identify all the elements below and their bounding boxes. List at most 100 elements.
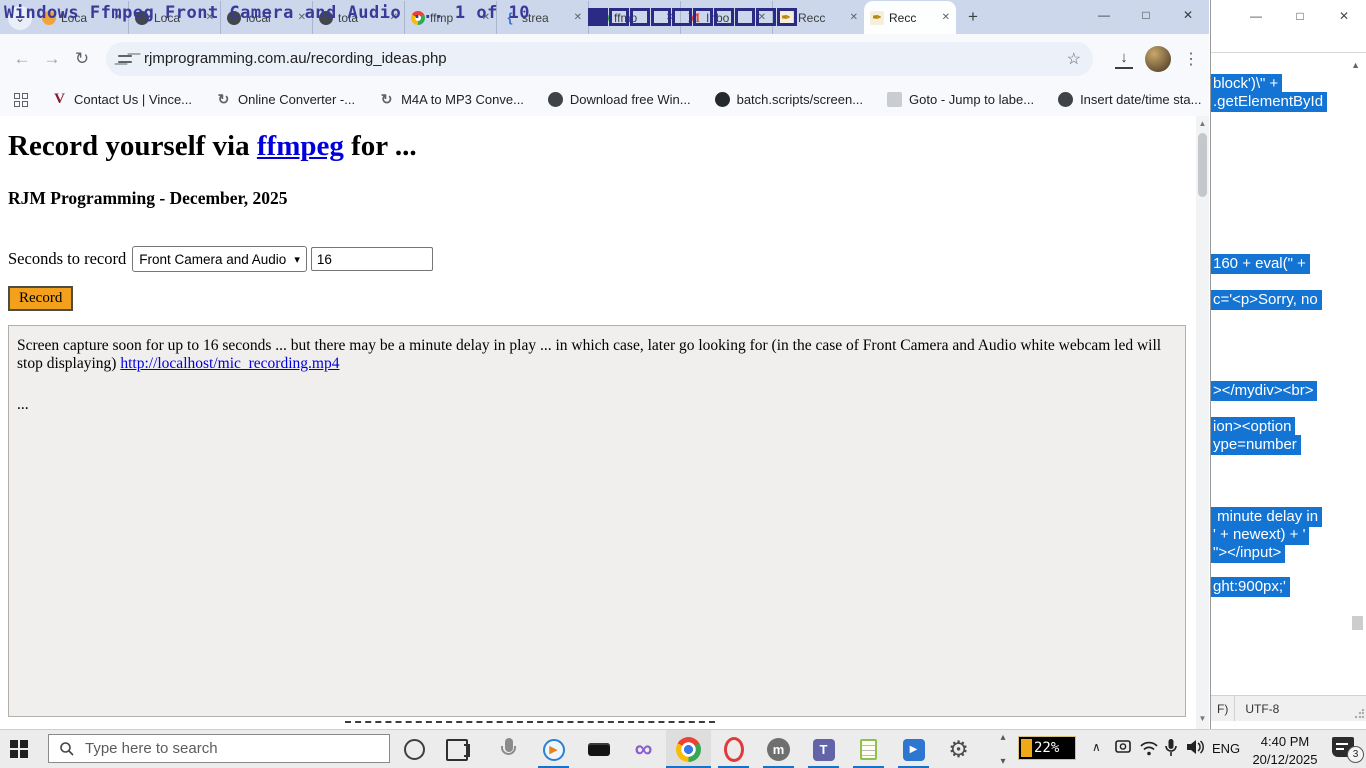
task-view-button[interactable] [446,739,468,761]
selected-code-line: ' + newext) + ' [1211,525,1309,545]
battery-widget[interactable]: 22% [1018,736,1076,760]
bookmark-item-5[interactable]: batch.scripts/screen... [715,92,863,107]
title-prefix: Record yourself via [8,130,257,162]
cortana-button[interactable] [404,739,425,760]
resize-grip[interactable] [1354,709,1364,719]
capture-selection-dashes [345,721,715,723]
reload-icon: ↻ [75,49,89,69]
maximize-button[interactable]: □ [1125,0,1167,30]
seconds-input[interactable]: 16 [311,247,433,271]
page-title: Record yourself via ffmpeg for ... [8,130,417,163]
title-suffix: for ... [344,130,417,162]
taskbar-app-settings[interactable] [936,730,981,768]
address-bar[interactable]: rjmprogramming.com.au/recording_ideas.ph… [106,42,1093,76]
tray-expand-button[interactable]: ∧ [1092,740,1101,754]
taskbar-app-notepad[interactable] [846,730,891,768]
bookmark-item-3[interactable]: ↻ M4A to MP3 Conve... [379,92,524,107]
wifi-icon[interactable] [1139,740,1159,756]
taskbar-app-teams[interactable] [801,730,846,768]
progress-square-8 [735,8,755,26]
bookmark-item-6[interactable]: Goto - Jump to labe... [887,92,1034,107]
page-scrollbar[interactable]: ▲ ▼ [1196,116,1209,729]
start-button[interactable] [10,740,28,758]
github-icon [715,92,730,107]
quill-favicon-icon: ✒ [870,11,884,25]
scroll-up-icon[interactable]: ▲ [1196,119,1209,128]
record-button[interactable]: Record [8,286,73,311]
editor-minimize-button[interactable]: — [1234,1,1278,31]
taskbar-app-black-box[interactable] [576,730,621,768]
mattermost-icon [766,737,792,763]
bookmark-star-button[interactable]: ☆ [1067,49,1081,69]
taskbar-app-voice-recorder[interactable] [486,730,531,768]
downloads-button[interactable]: ↓ [1115,49,1133,69]
tab-close-icon[interactable]: ✕ [942,12,950,23]
close-button[interactable]: ✕ [1167,0,1209,30]
tab-close-icon[interactable]: ✕ [574,12,582,23]
url-text[interactable]: rjmprogramming.com.au/recording_ideas.ph… [144,50,447,67]
close-icon: ✕ [1339,9,1349,23]
bookmark-item-2[interactable]: ↻Online Converter -... [216,92,355,107]
meet-now-icon[interactable] [1114,738,1134,756]
microphone-icon[interactable] [1164,738,1178,758]
minimize-button[interactable]: — [1083,0,1125,30]
editor-close-button[interactable]: ✕ [1322,1,1366,31]
taskbar-clock[interactable]: 4:40 PM 20/12/2025 [1243,733,1327,768]
maximize-icon: □ [1142,8,1149,22]
taskbar-app-chrome[interactable] [666,730,711,768]
black-box-icon [586,737,612,763]
apps-grid-icon[interactable] [14,93,28,107]
progress-square-2 [609,8,629,26]
recording-link[interactable]: http://localhost/mic_recording.mp4 [120,355,339,372]
site-settings-icon[interactable] [118,52,134,66]
plus-icon: + [968,7,978,27]
reload-button[interactable]: ↻ [68,45,96,73]
new-tab-button[interactable]: + [960,4,986,30]
forward-button[interactable]: → [38,45,66,73]
source-select[interactable]: Front Camera and Audio ▾ [132,246,307,272]
bookmark-item-1[interactable]: VContact Us | Vince... [52,92,192,107]
taskbar-search[interactable]: Type here to search [48,734,390,763]
kebab-icon: ⋮ [1183,51,1199,68]
capture-progress-bar [588,8,797,26]
settings-icon [946,737,972,763]
speaker-icon[interactable] [1185,738,1207,756]
sync-icon: ↻ [216,92,231,107]
back-icon: ← [14,49,31,69]
mini-scroll-arrows[interactable]: ▴ ▾ [996,732,1010,767]
tab-close-icon[interactable]: ✕ [850,12,858,23]
taskbar-app-opera[interactable] [711,730,756,768]
taskbar: Type here to search ▴ ▾ 22% ∧ [0,729,1366,768]
bookmark-item-7[interactable]: Insert date/time sta... [1058,92,1201,107]
seconds-value: 16 [317,252,332,267]
scrollbar-thumb[interactable] [1198,133,1207,197]
browser-menu-button[interactable]: ⋮ [1181,49,1201,69]
browser-window: ⌄ Loca✕Loca✕local✕tota✕ffmp✕{strea✕ffmp✕… [0,0,1209,729]
taskbar-app-visual-studio[interactable] [621,730,666,768]
bookmark-label: Insert date/time sta... [1080,92,1201,107]
taskbar-app-mattermost[interactable] [756,730,801,768]
scroll-down-icon[interactable]: ▼ [1196,714,1209,723]
editor-scroll-up-icon[interactable]: ▲ [1351,60,1360,70]
sync-icon: ↻ [379,92,394,107]
bookmark-item-4[interactable]: Download free Win... [548,92,691,107]
bookmark-label: M4A to MP3 Conve... [401,92,524,107]
seconds-label: Seconds to record [8,249,126,269]
back-button[interactable]: ← [8,45,36,73]
editor-maximize-button[interactable]: □ [1278,1,1322,31]
taskbar-app-movies-tv[interactable] [891,730,936,768]
selected-code-line: ype=number [1211,435,1301,455]
tab-10-active[interactable]: ✒Recc✕ [864,1,956,34]
profile-avatar[interactable] [1145,46,1171,72]
page-content: Record yourself via ffmpeg for ... RJM P… [0,116,1196,729]
language-indicator[interactable]: ENG [1212,741,1240,756]
taskbar-app-media-player[interactable] [531,730,576,768]
clock-date: 20/12/2025 [1243,751,1327,768]
ffmpeg-link[interactable]: ffmpeg [257,130,344,162]
editor-scrollbar-thumb[interactable] [1352,616,1363,630]
bookmark-label: Contact Us | Vince... [74,92,192,107]
search-icon [59,741,75,757]
chrome-icon [676,737,701,762]
page-subtitle: RJM Programming - December, 2025 [8,188,287,209]
bookmark-items: VContact Us | Vince... ↻Online Converter … [52,92,1225,107]
